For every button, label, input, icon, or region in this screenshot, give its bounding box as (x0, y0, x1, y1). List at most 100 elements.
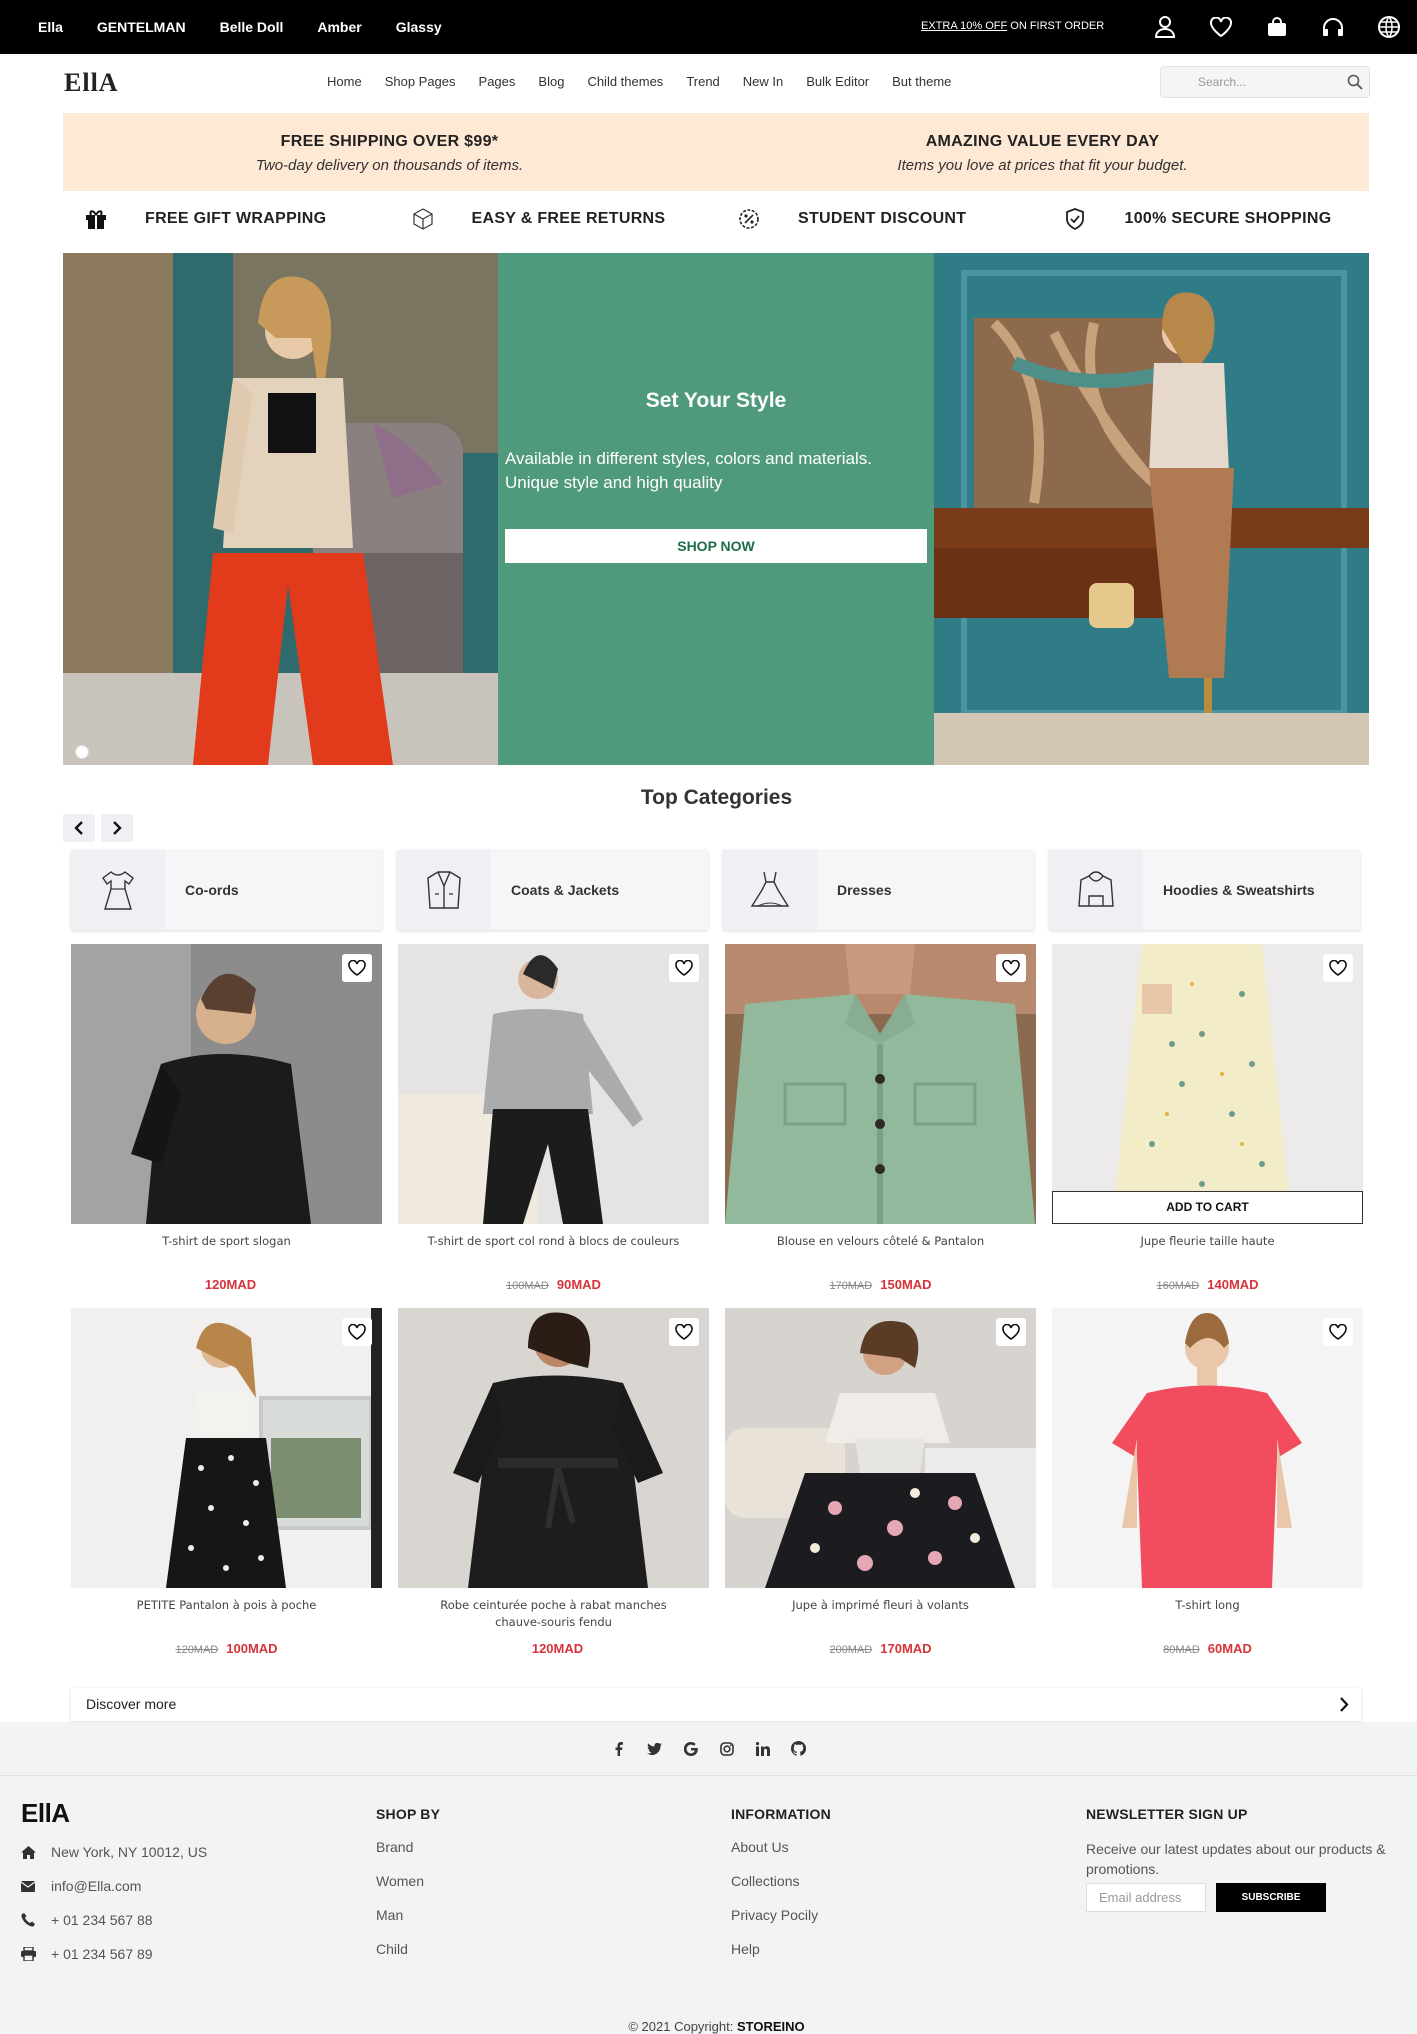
slider-dot[interactable] (75, 745, 89, 759)
category-co-ords[interactable]: Co-ords (71, 850, 382, 930)
menu-item-but-theme[interactable]: But theme (892, 74, 951, 89)
feature-label: FREE GIFT WRAPPING (145, 210, 327, 227)
github-icon[interactable] (790, 1741, 807, 1756)
google-icon[interactable] (682, 1741, 699, 1756)
footer-link-man[interactable]: Man (376, 1907, 440, 1941)
footer-link-collections[interactable]: Collections (731, 1873, 831, 1907)
product-image[interactable] (1052, 1308, 1363, 1588)
product-card[interactable]: ADD TO CART Jupe fleurie taille haute 16… (1052, 944, 1363, 1297)
product-image[interactable] (71, 1308, 382, 1588)
footer-logo[interactable]: EllA (21, 1798, 207, 1829)
product-price: 200MAD 170MAD (725, 1641, 1036, 1661)
product-image[interactable] (398, 1308, 709, 1588)
menu-item-pages[interactable]: Pages (479, 74, 516, 89)
linkedin-icon[interactable] (754, 1741, 771, 1756)
social-links (0, 1722, 1417, 1776)
product-card[interactable]: T-shirt de sport slogan 120MAD (71, 944, 382, 1297)
site-logo[interactable]: EllA (64, 68, 119, 98)
menu-item-trend[interactable]: Trend (686, 74, 719, 89)
product-name[interactable]: Robe ceinturée poche à rabat manches cha… (398, 1597, 709, 1635)
product-card[interactable]: Blouse en velours côtelé & Pantalon 170M… (725, 944, 1036, 1297)
wishlist-heart-icon[interactable] (669, 954, 699, 982)
copyright-brand[interactable]: STOREINO (737, 2019, 805, 2034)
footer-link-women[interactable]: Women (376, 1873, 440, 1907)
wishlist-heart-icon[interactable] (1323, 954, 1353, 982)
search-icon[interactable] (1347, 74, 1363, 90)
footer-link-about-us[interactable]: About Us (731, 1839, 831, 1873)
chevron-left-icon[interactable] (63, 814, 95, 842)
bag-icon[interactable] (1249, 17, 1305, 37)
instagram-icon[interactable] (718, 1741, 735, 1756)
wishlist-heart-icon[interactable] (996, 954, 1026, 982)
contact-text[interactable]: info@Ella.com (51, 1878, 141, 1894)
footer-information: INFORMATION About Us Collections Privacy… (731, 1806, 831, 1975)
product-image[interactable] (725, 944, 1036, 1224)
product-image[interactable] (398, 944, 709, 1224)
product-sale-price: 100MAD (226, 1641, 278, 1656)
product-sale-price: 170MAD (880, 1641, 932, 1656)
product-name[interactable]: Jupe à imprimé fleuri à volants (725, 1597, 1036, 1635)
discover-more-link[interactable]: Discover more (71, 1688, 1361, 1721)
theme-link-belle-doll[interactable]: Belle Doll (220, 19, 284, 35)
category-hoodies-sweatshirts[interactable]: Hoodies & Sweatshirts (1049, 850, 1360, 930)
subscribe-button[interactable]: SUBSCRIBE (1216, 1883, 1326, 1912)
product-name[interactable]: Jupe fleurie taille haute (1052, 1233, 1363, 1271)
email-field[interactable]: Email address (1086, 1883, 1206, 1912)
wishlist-heart-icon[interactable] (1323, 1318, 1353, 1346)
product-name[interactable]: Blouse en velours côtelé & Pantalon (725, 1233, 1036, 1271)
footer-link-child[interactable]: Child (376, 1941, 440, 1975)
facebook-icon[interactable] (610, 1741, 627, 1756)
product-price: 100MAD 90MAD (398, 1277, 709, 1297)
theme-link-amber[interactable]: Amber (317, 19, 361, 35)
footer-link-brand[interactable]: Brand (376, 1839, 440, 1873)
search-input[interactable]: Search... (1160, 66, 1370, 98)
discover-more-label: Discover more (86, 1696, 177, 1712)
globe-icon[interactable] (1361, 16, 1417, 38)
wishlist-heart-icon[interactable] (996, 1318, 1026, 1346)
chevron-right-icon[interactable] (101, 814, 133, 842)
product-name[interactable]: T-shirt long (1052, 1597, 1363, 1635)
wishlist-heart-icon[interactable] (669, 1318, 699, 1346)
chevron-right-icon (1339, 1697, 1349, 1712)
footer-link-privacy[interactable]: Privacy Pocily (731, 1907, 831, 1941)
menu-item-child-themes[interactable]: Child themes (587, 74, 663, 89)
theme-link-ella[interactable]: Ella (38, 19, 63, 35)
promo-link[interactable]: EXTRA 10% OFF (921, 20, 1007, 32)
wishlist-heart-icon[interactable] (342, 1318, 372, 1346)
theme-link-glassy[interactable]: Glassy (396, 19, 442, 35)
menu-item-new-in[interactable]: New In (743, 74, 783, 89)
headphones-icon[interactable] (1305, 17, 1361, 37)
section-title-top-categories: Top Categories (640, 786, 793, 809)
product-card[interactable]: Robe ceinturée poche à rabat manches cha… (398, 1308, 709, 1661)
product-card[interactable]: T-shirt long 80MAD 60MAD (1052, 1308, 1363, 1661)
product-card[interactable]: Jupe à imprimé fleuri à volants 200MAD 17… (725, 1308, 1036, 1661)
footer-shop-by: SHOP BY Brand Women Man Child (376, 1806, 440, 1975)
menu-item-blog[interactable]: Blog (538, 74, 564, 89)
menu-item-shop-pages[interactable]: Shop Pages (385, 74, 456, 89)
phone-icon (21, 1913, 51, 1927)
product-image[interactable] (71, 944, 382, 1224)
product-name[interactable]: T-shirt de sport slogan (71, 1233, 382, 1271)
menu-item-home[interactable]: Home (327, 74, 362, 89)
product-image[interactable] (725, 1308, 1036, 1588)
menu-item-bulk-editor[interactable]: Bulk Editor (806, 74, 869, 89)
theme-link-gentelman[interactable]: GENTELMAN (97, 19, 186, 35)
product-sale-price: 60MAD (1207, 1641, 1252, 1656)
product-card[interactable]: PETITE Pantalon à pois à poche 120MAD 100… (71, 1308, 382, 1661)
heart-icon[interactable] (1193, 17, 1249, 37)
hero-content: Set Your Style Available in different st… (498, 253, 934, 765)
category-coats-jackets[interactable]: Coats & Jackets (397, 850, 708, 930)
product-name[interactable]: T-shirt de sport col rond à blocs de cou… (398, 1233, 709, 1271)
product-name[interactable]: PETITE Pantalon à pois à poche (71, 1597, 382, 1635)
footer-link-help[interactable]: Help (731, 1941, 831, 1975)
product-image[interactable]: ADD TO CART (1052, 944, 1363, 1224)
shop-now-button[interactable]: SHOP NOW (505, 529, 927, 563)
twitter-icon[interactable] (646, 1742, 663, 1755)
product-old-price: 120MAD (175, 1644, 219, 1656)
wishlist-heart-icon[interactable] (342, 954, 372, 982)
category-dresses[interactable]: Dresses (723, 850, 1034, 930)
add-to-cart-button[interactable]: ADD TO CART (1052, 1191, 1363, 1224)
home-icon (21, 1845, 51, 1859)
user-icon[interactable] (1137, 16, 1193, 38)
product-card[interactable]: T-shirt de sport col rond à blocs de cou… (398, 944, 709, 1297)
